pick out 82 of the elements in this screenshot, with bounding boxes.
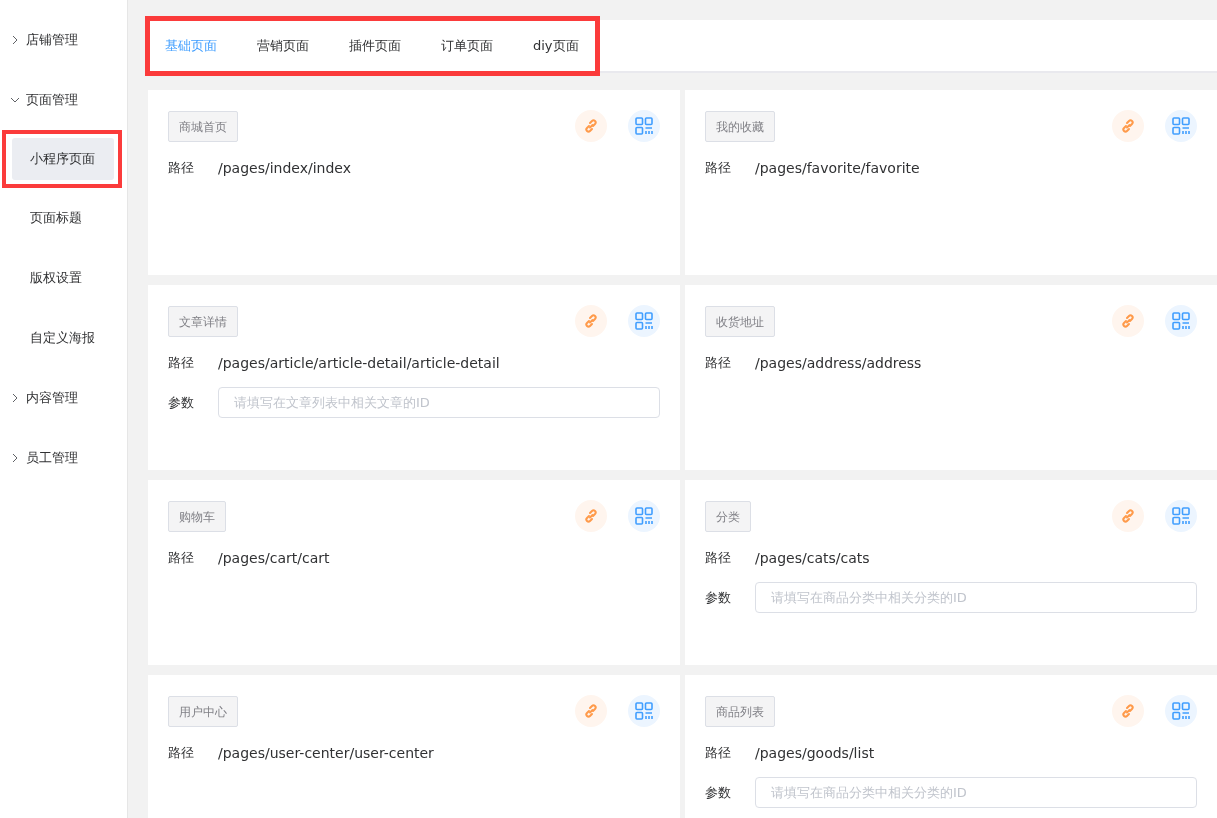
menu-group-label: 员工管理 [26, 449, 78, 467]
page-tag: 我的收藏 [705, 110, 775, 142]
menu-group[interactable]: 页面管理 [0, 70, 127, 130]
qr-code-icon [1172, 702, 1190, 720]
link-button[interactable] [575, 110, 607, 142]
chevron-icon [10, 453, 20, 463]
menu-group-label: 内容管理 [26, 389, 78, 407]
path-value: /pages/user-center/user-center [218, 744, 434, 761]
link-icon [1120, 118, 1136, 134]
page-tag: 分类 [705, 500, 751, 532]
page-tag: 购物车 [168, 500, 226, 532]
page-tag: 收货地址 [705, 305, 775, 337]
qr-code-button[interactable] [628, 305, 660, 337]
tab[interactable]: 营销页面 [257, 36, 309, 55]
param-input[interactable]: 请填写在文章列表中相关文章的ID [218, 387, 660, 418]
menu-item[interactable]: 版权设置 [12, 257, 114, 299]
chevron-icon [10, 393, 20, 403]
page-tag: 商品列表 [705, 695, 775, 727]
qr-code-icon [1172, 117, 1190, 135]
path-value: /pages/index/index [218, 159, 351, 176]
path-value: /pages/goods/list [755, 744, 875, 761]
menu-group-label: 页面管理 [26, 91, 78, 109]
path-value: /pages/cart/cart [218, 549, 330, 566]
menu-group-label: 店铺管理 [26, 31, 78, 49]
link-icon [583, 508, 599, 524]
path-value: /pages/article/article-detail/article-detail [218, 354, 500, 371]
qr-code-icon [635, 702, 653, 720]
link-button[interactable] [1112, 500, 1144, 532]
link-icon [1120, 313, 1136, 329]
qr-code-icon [635, 117, 653, 135]
qr-code-icon [1172, 312, 1190, 330]
qr-code-button[interactable] [628, 695, 660, 727]
tab[interactable]: diy页面 [533, 36, 579, 55]
path-label: 路径 [168, 353, 195, 372]
path-label: 路径 [705, 353, 732, 372]
param-input[interactable]: 请填写在商品分类中相关分类的ID [755, 777, 1197, 808]
link-icon [1120, 703, 1136, 719]
qr-code-button[interactable] [628, 110, 660, 142]
tab[interactable]: 订单页面 [441, 36, 493, 55]
path-label: 路径 [705, 158, 732, 177]
link-icon [583, 313, 599, 329]
link-button[interactable] [575, 500, 607, 532]
link-button[interactable] [575, 695, 607, 727]
qr-code-icon [635, 507, 653, 525]
path-label: 路径 [705, 548, 732, 567]
qr-code-button[interactable] [1165, 305, 1197, 337]
qr-code-icon [1172, 507, 1190, 525]
page-tag: 商城首页 [168, 110, 238, 142]
param-label: 参数 [705, 588, 732, 607]
link-button[interactable] [575, 305, 607, 337]
qr-code-button[interactable] [1165, 500, 1197, 532]
path-value: /pages/address/address [755, 354, 922, 371]
link-icon [583, 703, 599, 719]
path-value: /pages/favorite/favorite [755, 159, 920, 176]
qr-code-button[interactable] [1165, 695, 1197, 727]
param-input[interactable]: 请填写在商品分类中相关分类的ID [755, 582, 1197, 613]
link-icon [1120, 508, 1136, 524]
menu-group[interactable]: 内容管理 [0, 368, 127, 428]
page-tag: 用户中心 [168, 695, 238, 727]
qr-code-button[interactable] [1165, 110, 1197, 142]
link-icon [583, 118, 599, 134]
path-label: 路径 [168, 548, 195, 567]
link-button[interactable] [1112, 305, 1144, 337]
menu-item[interactable]: 页面标题 [12, 197, 114, 239]
path-label: 路径 [705, 743, 732, 762]
qr-code-button[interactable] [628, 500, 660, 532]
chevron-icon [10, 95, 20, 105]
param-label: 参数 [705, 783, 732, 802]
menu-group[interactable]: 店铺管理 [0, 10, 127, 70]
path-value: /pages/cats/cats [755, 549, 870, 566]
path-label: 路径 [168, 158, 195, 177]
tab[interactable]: 插件页面 [349, 36, 401, 55]
menu-group[interactable]: 员工管理 [0, 428, 127, 488]
page-tag: 文章详情 [168, 305, 238, 337]
menu-item[interactable]: 自定义海报 [12, 317, 114, 359]
param-label: 参数 [168, 393, 195, 412]
qr-code-icon [635, 312, 653, 330]
link-button[interactable] [1112, 695, 1144, 727]
path-label: 路径 [168, 743, 195, 762]
chevron-icon [10, 35, 20, 45]
menu-item[interactable]: 小程序页面 [12, 138, 114, 180]
link-button[interactable] [1112, 110, 1144, 142]
